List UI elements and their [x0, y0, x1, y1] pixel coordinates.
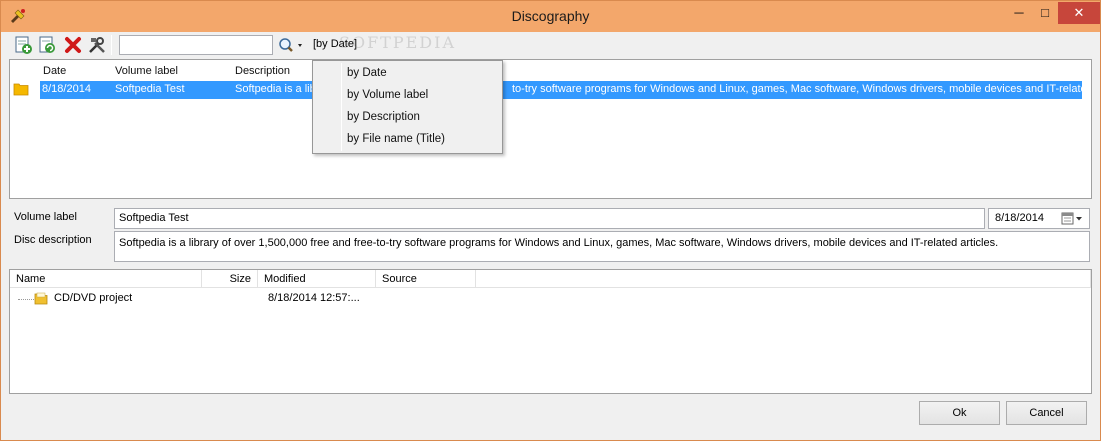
row-volume-label: Softpedia Test: [115, 83, 185, 95]
discography-window: Discography ─ □ ✕ [by Date] SOFTPEDIA Da…: [0, 0, 1101, 441]
ok-button[interactable]: Ok: [919, 401, 1000, 425]
menu-item-by-file-name[interactable]: by File name (Title): [347, 133, 445, 145]
minimize-button[interactable]: ─: [1006, 2, 1032, 24]
column-header-description[interactable]: Description: [235, 65, 290, 77]
toolbar: [by Date] SOFTPEDIA: [9, 33, 1092, 57]
maximize-button[interactable]: □: [1032, 2, 1058, 24]
disc-description-caption: Disc description: [14, 234, 92, 246]
row-date: 8/18/2014: [42, 83, 91, 95]
column-header-modified[interactable]: Modified: [258, 270, 376, 288]
row-description-head: Softpedia is a libr: [235, 83, 320, 95]
magnifier-icon[interactable]: [277, 36, 309, 54]
column-header-name[interactable]: Name: [10, 270, 202, 288]
file-tree[interactable]: Name Size Modified Source CD/DVD project…: [9, 269, 1092, 394]
calendar-dropdown-icon[interactable]: [1060, 210, 1088, 228]
column-header-date[interactable]: Date: [43, 65, 66, 77]
softpedia-watermark: SOFTPEDIA: [339, 33, 456, 52]
column-header-source[interactable]: Source: [376, 270, 476, 288]
menu-item-by-date[interactable]: by Date: [347, 67, 387, 79]
column-header-size[interactable]: Size: [202, 270, 258, 288]
refresh-disc-icon[interactable]: [37, 35, 57, 55]
tools-icon[interactable]: [87, 35, 107, 55]
sort-menu: by Date by Volume label by Description b…: [312, 60, 503, 154]
tree-connector: [18, 299, 34, 300]
cancel-button[interactable]: Cancel: [1006, 401, 1087, 425]
window-title: Discography: [511, 8, 590, 24]
file-name[interactable]: CD/DVD project: [54, 292, 132, 304]
disc-description-field[interactable]: Softpedia is a library of over 1,500,000…: [114, 231, 1090, 262]
toolbar-separator: [111, 35, 112, 55]
column-header-filler: [476, 270, 1091, 288]
folder-icon: [13, 83, 29, 96]
close-button[interactable]: ✕: [1058, 2, 1100, 24]
menu-item-by-volume-label[interactable]: by Volume label: [347, 89, 428, 101]
column-header-volume-label[interactable]: Volume label: [115, 65, 178, 77]
menu-item-by-description[interactable]: by Description: [347, 111, 420, 123]
volume-label-caption: Volume label: [14, 211, 77, 223]
title-bar[interactable]: Discography ─ □ ✕: [1, 1, 1100, 32]
folder-icon: [34, 292, 48, 305]
row-description-tail: to-try software programs for Windows and…: [512, 83, 1082, 95]
delete-icon[interactable]: [63, 35, 83, 55]
date-value: 8/18/2014: [995, 212, 1044, 224]
add-disc-icon[interactable]: [13, 35, 33, 55]
disc-list[interactable]: Date Volume label Description 8/18/2014 …: [9, 59, 1092, 199]
volume-label-field[interactable]: Softpedia Test: [114, 208, 985, 229]
table-row[interactable]: 8/18/2014 Softpedia Test Softpedia is a …: [40, 81, 1082, 99]
search-input[interactable]: [119, 35, 273, 55]
menu-icon-gutter: [341, 63, 342, 151]
file-modified: 8/18/2014 12:57:...: [268, 292, 360, 304]
